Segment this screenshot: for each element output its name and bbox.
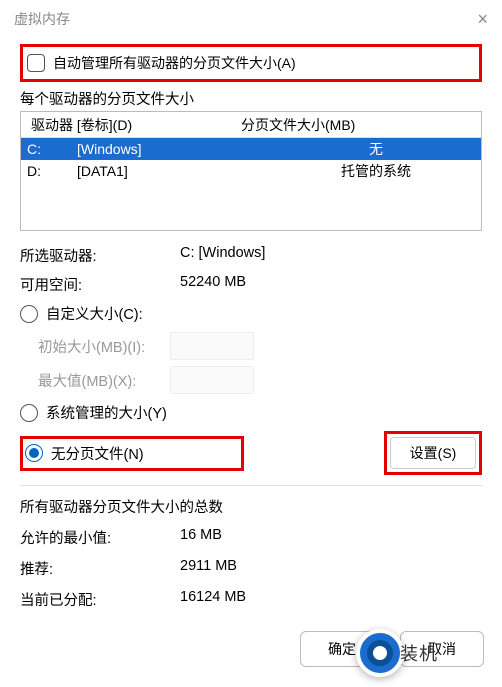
watermark: 装机 (356, 629, 438, 677)
auto-manage-row[interactable]: 自动管理所有驱动器的分页文件大小(A) (23, 47, 479, 79)
free-space-label: 可用空间: (20, 274, 180, 295)
drive-table-body[interactable]: C: [Windows] 无 D: [DATA1] 托管的系统 (21, 138, 481, 230)
radio-system-size[interactable]: 系统管理的大小(Y) (20, 402, 482, 423)
selected-drive-value: C: [Windows] (180, 245, 482, 266)
col-drive: 驱动器 [卷标](D) (21, 115, 241, 135)
highlight-auto-manage: 自动管理所有驱动器的分页文件大小(A) (20, 44, 482, 82)
free-space-value: 52240 MB (180, 274, 482, 295)
radio-custom-label: 自定义大小(C): (46, 303, 143, 324)
max-size-label: 最大值(MB)(X): (38, 370, 158, 391)
auto-manage-checkbox[interactable] (27, 54, 45, 72)
drive-table: 驱动器 [卷标](D) 分页文件大小(MB) C: [Windows] 无 D:… (20, 111, 482, 231)
cur-label: 当前已分配: (20, 589, 180, 610)
table-row[interactable]: C: [Windows] 无 (21, 138, 481, 160)
row-drive: C: (27, 141, 77, 157)
row-pf: 无 (277, 139, 475, 159)
min-label: 允许的最小值: (20, 527, 180, 548)
set-button[interactable]: 设置(S) (390, 437, 476, 469)
drive-table-header: 驱动器 [卷标](D) 分页文件大小(MB) (21, 112, 481, 138)
window-title: 虚拟内存 (14, 9, 70, 29)
min-value: 16 MB (180, 527, 482, 548)
initial-size-row: 初始大小(MB)(I): (38, 332, 482, 360)
initial-size-input (170, 332, 254, 360)
auto-manage-label: 自动管理所有驱动器的分页文件大小(A) (53, 53, 296, 73)
radio-icon[interactable] (25, 444, 43, 462)
row-drive: D: (27, 163, 77, 179)
highlight-set-button: 设置(S) (384, 431, 482, 475)
radio-nopage-label: 无分页文件(N) (51, 443, 144, 464)
drive-section-label: 每个驱动器的分页文件大小 (20, 88, 482, 109)
selected-drive-label: 所选驱动器: (20, 245, 180, 266)
row-pf: 托管的系统 (277, 161, 475, 181)
rec-value: 2911 MB (180, 558, 482, 579)
totals-section-label: 所有驱动器分页文件大小的总数 (20, 496, 482, 517)
watermark-text: 装机 (400, 640, 438, 666)
rec-label: 推荐: (20, 558, 180, 579)
max-size-input (170, 366, 254, 394)
watermark-badge-icon (356, 629, 404, 677)
close-icon[interactable]: × (477, 9, 488, 30)
row-label: [Windows] (77, 141, 277, 157)
radio-custom-size[interactable]: 自定义大小(C): (20, 303, 482, 324)
radio-icon[interactable] (20, 305, 38, 323)
radio-system-label: 系统管理的大小(Y) (46, 402, 167, 423)
titlebar: 虚拟内存 × (0, 0, 502, 38)
radio-icon[interactable] (20, 404, 38, 422)
highlight-no-page: 无分页文件(N) (20, 436, 244, 471)
table-row[interactable]: D: [DATA1] 托管的系统 (21, 160, 481, 182)
col-pf: 分页文件大小(MB) (241, 115, 481, 135)
initial-size-label: 初始大小(MB)(I): (38, 336, 158, 357)
max-size-row: 最大值(MB)(X): (38, 366, 482, 394)
radio-no-page[interactable]: 无分页文件(N) (25, 443, 239, 464)
row-label: [DATA1] (77, 163, 277, 179)
cur-value: 16124 MB (180, 589, 482, 610)
divider (20, 485, 482, 486)
